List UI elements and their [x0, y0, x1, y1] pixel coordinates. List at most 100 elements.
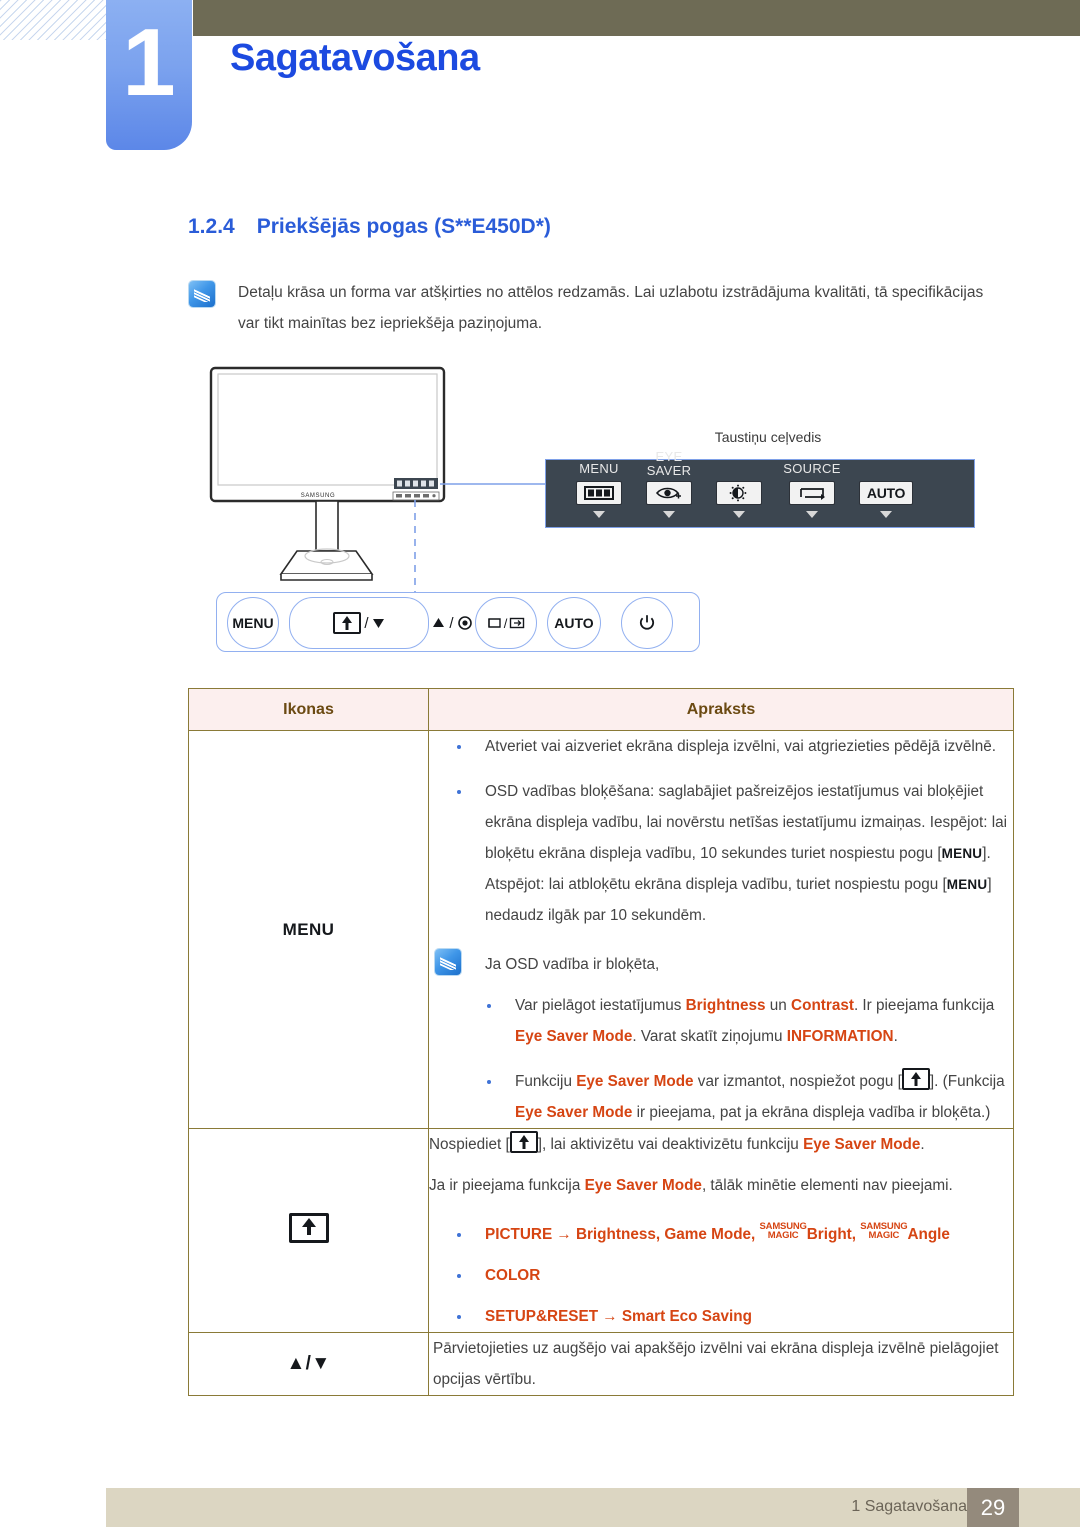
term-smart-eco-saving: Smart Eco Saving — [621, 1308, 752, 1325]
svg-text:SAMSUNG: SAMSUNG — [301, 493, 336, 499]
inner-note-bullet-list: Var pielāgot iestatījumus Brightness un … — [429, 990, 1013, 1128]
term-eye-saver-mode: Eye Saver Mode — [576, 1073, 694, 1090]
key-guide-arrow-auto — [880, 511, 892, 518]
arrow-glyph: → — [556, 1226, 572, 1243]
section-heading: 1.2.4 Priekšējās pogas (S**E450D*) — [188, 215, 551, 239]
samsung-magic-logo: SAMSUNG MAGIC — [759, 1220, 807, 1241]
navigation-description-cell: Pārvietojieties uz augšējo vai apakšējo … — [428, 1332, 1014, 1396]
table-header-description: Apraksts — [428, 688, 1014, 731]
key-guide-arrow-source — [806, 511, 818, 518]
term-game-mode: Game Mode — [664, 1226, 752, 1243]
brightness-icon[interactable] — [716, 481, 762, 505]
table-header-icons: Ikonas — [188, 688, 429, 731]
slash-separator: / — [364, 614, 369, 632]
button-description-table: Ikonas Apraksts MENU Atveriet vai aizver… — [188, 688, 1014, 1396]
eye-saver-key-icon — [509, 1131, 538, 1153]
menu-button-label: MENU — [232, 615, 274, 631]
slash-separator: / — [449, 614, 454, 632]
table-row: Nospiediet [], lai aktivizētu vai deakti… — [188, 1128, 1014, 1333]
term-magic-bright: Bright — [806, 1226, 852, 1243]
source-loop-glyph — [800, 488, 825, 500]
samsung-magic-logo: SAMSUNG MAGIC — [860, 1220, 908, 1241]
chapter-title: Sagatavošana — [230, 37, 480, 79]
note-pencil-icon — [435, 949, 461, 975]
term-information: INFORMATION — [786, 1028, 894, 1045]
auto-button[interactable]: AUTO — [547, 597, 601, 649]
section-title: Priekšējās pogas (S**E450D*) — [256, 215, 551, 238]
brightness-glyph — [729, 484, 747, 502]
term-picture: PICTURE — [485, 1226, 553, 1243]
chapter-tab: 1 — [106, 0, 192, 150]
auto-label: AUTO — [866, 485, 906, 501]
up-arrow-icon — [433, 618, 445, 627]
power-icon — [639, 615, 655, 630]
list-item: SETUP&RESET → Smart Eco Saving — [429, 1301, 1013, 1332]
enter-dot-icon — [457, 616, 472, 630]
top-note-text: Detaļu krāsa un forma var atšķirties no … — [238, 284, 984, 332]
footer-page-number: 29 — [967, 1488, 1019, 1527]
front-button-bar: MENU / / / AUTO — [216, 592, 700, 652]
eye-saver-key-icon — [333, 612, 362, 634]
key-guide-panel: MENU EYE SAVER SOURCE AUTO — [545, 450, 975, 528]
header-olive-bar — [193, 0, 1080, 36]
list-item: Funkciju Eye Saver Mode var izmantot, no… — [459, 1066, 1013, 1128]
term-brightness: Brightness — [685, 997, 766, 1014]
paragraph: Ja ir pieejama funkcija Eye Saver Mode, … — [429, 1177, 953, 1194]
key-guide-arrow-brightness — [733, 511, 745, 518]
paragraph: Pārvietojieties uz augšējo vai apakšējo … — [433, 1340, 999, 1388]
term-color: COLOR — [485, 1267, 541, 1284]
key-guide-caption-menu: MENU — [579, 461, 619, 476]
term-eye-saver-mode: Eye Saver Mode — [515, 1028, 633, 1045]
term-contrast: Contrast — [791, 997, 854, 1014]
eye-saver-down-button[interactable]: / — [333, 612, 384, 634]
up-enter-button[interactable]: / — [432, 614, 472, 632]
menu-grid-glyph — [584, 486, 614, 500]
menu-button[interactable]: MENU — [227, 597, 279, 649]
source-return-button[interactable]: / — [475, 597, 537, 649]
arrow-glyph: → — [602, 1308, 618, 1325]
unavailable-features-list: PICTURE → Brightness, Game Mode, SAMSUNG… — [429, 1219, 1013, 1332]
term-eye-saver-mode: Eye Saver Mode — [803, 1136, 921, 1153]
eye-saver-description-cell: Nospiediet [], lai aktivizētu vai deakti… — [428, 1128, 1014, 1333]
menu-grid-icon[interactable] — [576, 481, 622, 505]
up-down-arrows-icon: ▲/▼ — [188, 1332, 429, 1396]
eye-saver-glyph — [655, 487, 681, 499]
key-guide-arrow-menu — [593, 511, 605, 518]
inner-note: Ja OSD vadība ir bloķēta, — [429, 949, 1013, 980]
menu-key-inline: MENU — [941, 846, 983, 861]
note-pencil-icon — [189, 281, 215, 307]
inner-note-heading: Ja OSD vadība ir bloķēta, — [485, 956, 660, 973]
section-number: 1.2.4 — [188, 215, 235, 238]
eye-saver-icon[interactable] — [646, 481, 692, 505]
term-setup-reset: SETUP&RESET — [485, 1308, 599, 1325]
key-guide-caption-eye-saver: EYE SAVER — [646, 449, 692, 478]
power-button[interactable] — [621, 597, 673, 649]
page-corner-hatch-decoration — [0, 0, 106, 40]
auto-button-label: AUTO — [554, 615, 594, 631]
footer-chapter-label: 1 Sagatavošana — [851, 1498, 967, 1515]
table-row: MENU Atveriet vai aizveriet ekrāna displ… — [188, 730, 1014, 1129]
down-arrow-icon — [372, 619, 384, 628]
table-header-row: Ikonas Apraksts — [188, 688, 1014, 731]
list-item: Atveriet vai aizveriet ekrāna displeja i… — [429, 731, 1013, 762]
menu-description-cell: Atveriet vai aizveriet ekrāna displeja i… — [428, 730, 1014, 1129]
slash-separator: / — [503, 615, 508, 631]
source-icon — [487, 618, 501, 628]
term-eye-saver-mode: Eye Saver Mode — [515, 1104, 633, 1121]
menu-text-icon: MENU — [188, 730, 429, 1129]
paragraph: Nospiediet [], lai aktivizētu vai deakti… — [429, 1129, 1013, 1160]
menu-bullet-list: Atveriet vai aizveriet ekrāna displeja i… — [429, 731, 1013, 931]
key-guide-caption-source: SOURCE — [783, 461, 841, 476]
eye-saver-key-icon — [901, 1068, 930, 1090]
list-item: COLOR — [429, 1260, 1013, 1291]
list-item: OSD vadības bloķēšana: saglabājiet pašre… — [429, 776, 1013, 931]
list-item: PICTURE → Brightness, Game Mode, SAMSUNG… — [429, 1219, 1013, 1250]
source-loop-icon[interactable] — [789, 481, 835, 505]
auto-text-icon[interactable]: AUTO — [859, 481, 913, 505]
key-guide-label: Taustiņu ceļvedis — [714, 429, 822, 445]
key-guide-arrow-eye-saver — [663, 511, 675, 518]
list-item: Var pielāgot iestatījumus Brightness un … — [459, 990, 1013, 1052]
term-magic-angle: Angle — [907, 1226, 950, 1243]
eye-saver-mode-icon — [188, 1128, 429, 1333]
eye-saver-key-icon — [288, 1213, 329, 1243]
